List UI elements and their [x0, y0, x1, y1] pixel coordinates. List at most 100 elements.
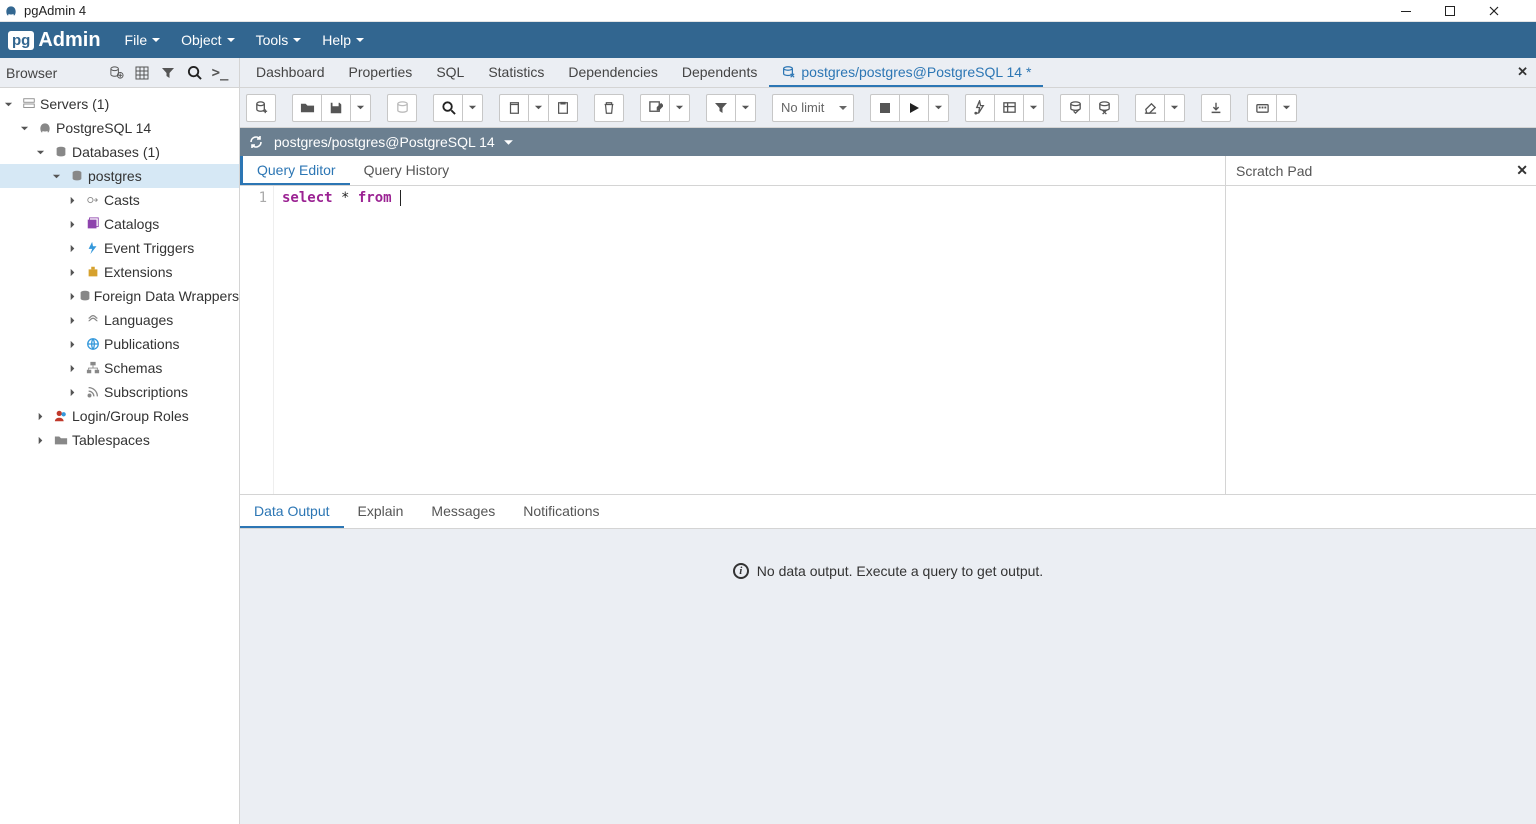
save-dropdown[interactable]: [350, 94, 371, 122]
copy-button[interactable]: [499, 94, 529, 122]
tab-explain[interactable]: Explain: [344, 495, 418, 528]
explain-analyze-button[interactable]: [994, 94, 1024, 122]
maximize-button[interactable]: [1444, 5, 1488, 17]
edit-grid-dropdown[interactable]: [669, 94, 690, 122]
tab-close-button[interactable]: ✕: [1517, 64, 1528, 80]
fdw-icon: [78, 289, 92, 303]
terminal-icon[interactable]: >_: [207, 61, 233, 85]
tab-query-editor[interactable]: Query Editor: [240, 156, 350, 185]
database-icon: [52, 145, 70, 159]
sql-code[interactable]: select * from: [274, 186, 1225, 494]
tree-fdw[interactable]: Foreign Data Wrappers: [0, 284, 239, 308]
expand-icon[interactable]: [36, 436, 52, 445]
save-button[interactable]: [321, 94, 351, 122]
tree-login-roles[interactable]: Login/Group Roles: [0, 404, 239, 428]
edit-grid-button[interactable]: [640, 94, 670, 122]
tab-query-history[interactable]: Query History: [350, 156, 464, 185]
menu-object[interactable]: Object: [171, 22, 245, 58]
paste-button[interactable]: [548, 94, 578, 122]
expand-icon[interactable]: [68, 244, 84, 253]
connection-bar[interactable]: postgres/postgres@PostgreSQL 14: [240, 128, 1536, 156]
explain-button[interactable]: [965, 94, 995, 122]
filter-dropdown[interactable]: [735, 94, 756, 122]
tree-extensions[interactable]: Extensions: [0, 260, 239, 284]
tab-data-output[interactable]: Data Output: [240, 495, 344, 528]
macros-button[interactable]: [1247, 94, 1277, 122]
copy-dropdown[interactable]: [528, 94, 549, 122]
expand-icon[interactable]: [68, 316, 84, 325]
edit-button[interactable]: [387, 94, 417, 122]
tree-databases[interactable]: Databases (1): [0, 140, 239, 164]
explain-dropdown[interactable]: [1023, 94, 1044, 122]
tab-dependents[interactable]: Dependents: [670, 58, 770, 87]
tree-subscriptions[interactable]: Subscriptions: [0, 380, 239, 404]
tree-publications[interactable]: Publications: [0, 332, 239, 356]
tree-server[interactable]: PostgreSQL 14: [0, 116, 239, 140]
find-dropdown[interactable]: [462, 94, 483, 122]
filter-icon[interactable]: [155, 61, 181, 85]
tree-casts[interactable]: Casts: [0, 188, 239, 212]
servers-icon: [20, 97, 38, 111]
menu-file[interactable]: File: [115, 22, 172, 58]
clear-dropdown[interactable]: [1164, 94, 1185, 122]
chevron-down-icon: [355, 35, 365, 45]
expand-icon[interactable]: [68, 268, 84, 277]
menu-help[interactable]: Help: [312, 22, 375, 58]
clear-button[interactable]: [1135, 94, 1165, 122]
delete-button[interactable]: [594, 94, 624, 122]
collapse-icon[interactable]: [52, 172, 68, 181]
expand-icon[interactable]: [68, 220, 84, 229]
chevron-down-icon[interactable]: [503, 137, 514, 148]
tab-statistics[interactable]: Statistics: [476, 58, 556, 87]
tree-catalogs[interactable]: Catalogs: [0, 212, 239, 236]
tree-servers[interactable]: Servers (1): [0, 92, 239, 116]
macros-dropdown[interactable]: [1276, 94, 1297, 122]
editor-tabs: Query Editor Query History: [240, 156, 1225, 186]
commit-button[interactable]: [1060, 94, 1090, 122]
scratch-close-button[interactable]: ✕: [1516, 162, 1528, 179]
refresh-icon[interactable]: [248, 134, 264, 150]
search-icon[interactable]: [181, 61, 207, 85]
stop-button[interactable]: [870, 94, 900, 122]
execute-button[interactable]: [899, 94, 929, 122]
grid-icon[interactable]: [129, 61, 155, 85]
tab-dependencies[interactable]: Dependencies: [556, 58, 670, 87]
scratch-pad-body[interactable]: [1226, 186, 1536, 494]
sql-editor[interactable]: 1 select * from: [240, 186, 1225, 494]
rollback-button[interactable]: [1089, 94, 1119, 122]
menu-tools[interactable]: Tools: [246, 22, 313, 58]
row-limit-select[interactable]: No limit: [772, 94, 854, 122]
tab-notifications[interactable]: Notifications: [509, 495, 613, 528]
tab-query-tool[interactable]: postgres/postgres@PostgreSQL 14 *: [769, 58, 1043, 87]
tree-schemas[interactable]: Schemas: [0, 356, 239, 380]
tab-properties[interactable]: Properties: [337, 58, 425, 87]
filter-button[interactable]: [706, 94, 736, 122]
download-button[interactable]: [1201, 94, 1231, 122]
tree-event-triggers[interactable]: Event Triggers: [0, 236, 239, 260]
collapse-icon[interactable]: [20, 124, 36, 133]
tree-tablespaces[interactable]: Tablespaces: [0, 428, 239, 452]
collapse-icon[interactable]: [36, 148, 52, 157]
tab-dashboard[interactable]: Dashboard: [244, 58, 337, 87]
tree-languages[interactable]: Languages: [0, 308, 239, 332]
expand-icon[interactable]: [36, 412, 52, 421]
open-file-button[interactable]: [292, 94, 322, 122]
db-props-icon[interactable]: [103, 61, 129, 85]
expand-icon[interactable]: [68, 364, 84, 373]
elephant-icon: [36, 121, 54, 135]
new-query-button[interactable]: [246, 94, 276, 122]
tab-sql[interactable]: SQL: [424, 58, 476, 87]
collapse-icon[interactable]: [4, 100, 20, 109]
languages-icon: [84, 313, 102, 327]
tree-database-postgres[interactable]: postgres: [0, 164, 239, 188]
expand-icon[interactable]: [68, 196, 84, 205]
tab-messages[interactable]: Messages: [417, 495, 509, 528]
execute-dropdown[interactable]: [928, 94, 949, 122]
minimize-button[interactable]: [1400, 5, 1444, 17]
expand-icon[interactable]: [68, 292, 78, 301]
expand-icon[interactable]: [68, 388, 84, 397]
object-browser[interactable]: Servers (1) PostgreSQL 14 Databases (1) …: [0, 88, 240, 824]
expand-icon[interactable]: [68, 340, 84, 349]
find-button[interactable]: [433, 94, 463, 122]
close-button[interactable]: [1488, 5, 1532, 17]
